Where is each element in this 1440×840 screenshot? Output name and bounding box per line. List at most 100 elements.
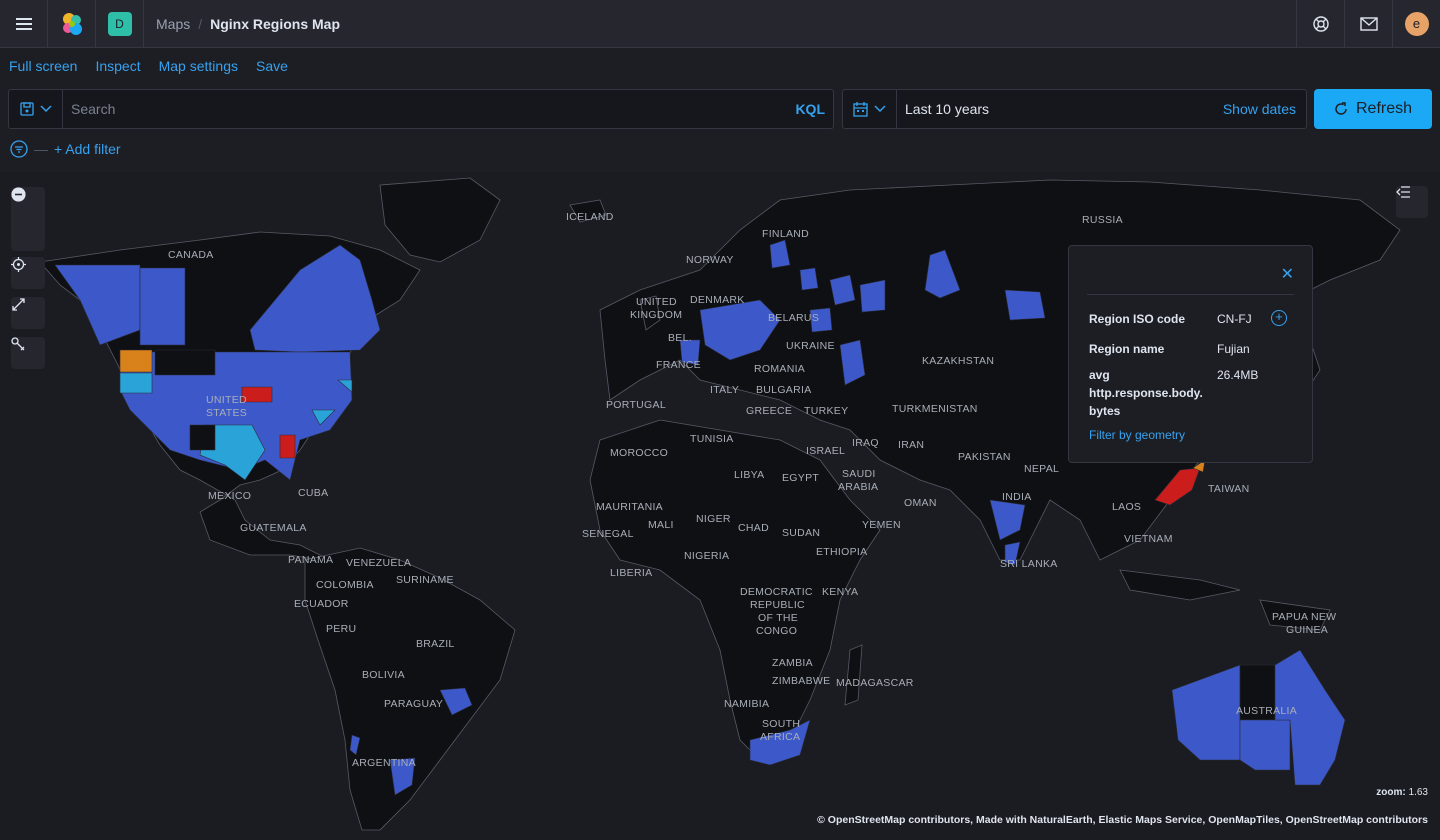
region-fill-canada bbox=[139, 267, 186, 346]
full-screen-link[interactable]: Full screen bbox=[9, 58, 77, 74]
map-canvas[interactable]: ICELAND FINLAND RUSSIA CANADA NORWAY UNI… bbox=[0, 172, 1440, 840]
fit-to-data-button[interactable] bbox=[11, 297, 45, 329]
map-label: GUATEMALA bbox=[240, 522, 307, 534]
space-selector[interactable]: D bbox=[96, 0, 144, 48]
date-picker: Last 10 years Show dates bbox=[842, 89, 1307, 129]
kql-toggle[interactable]: KQL bbox=[795, 101, 833, 117]
set-view-button[interactable] bbox=[11, 257, 45, 289]
map-label: ICELAND bbox=[566, 211, 614, 223]
map-label: SRI LANKA bbox=[1000, 558, 1058, 570]
filter-divider: — bbox=[34, 141, 48, 157]
map-label: CHAD bbox=[738, 522, 769, 534]
breadcrumb: Maps / Nginx Regions Map bbox=[144, 16, 340, 32]
tooltip-value: 26.4MB bbox=[1217, 368, 1259, 382]
map-label: SAUDI bbox=[842, 468, 876, 480]
refresh-button[interactable]: Refresh bbox=[1314, 89, 1432, 129]
map-label: MADAGASCAR bbox=[836, 677, 914, 689]
map-label: TURKMENISTAN bbox=[892, 403, 978, 415]
map-label: PARAGUAY bbox=[384, 698, 443, 710]
top-nav-bar: D Maps / Nginx Regions Map e bbox=[0, 0, 1440, 48]
region-fill-australia bbox=[1239, 719, 1291, 771]
map-label: ARGENTINA bbox=[352, 757, 416, 769]
query-bar: KQL bbox=[8, 89, 834, 129]
filter-by-geometry-link[interactable]: Filter by geometry bbox=[1089, 428, 1185, 442]
help-button[interactable] bbox=[1296, 0, 1344, 48]
landmass-madagascar bbox=[844, 644, 863, 706]
map-label: VENEZUELA bbox=[346, 557, 411, 569]
map-label: LIBYA bbox=[734, 469, 765, 481]
mail-icon bbox=[1359, 16, 1378, 31]
tools-button[interactable] bbox=[11, 337, 45, 369]
chevron-down-icon bbox=[39, 105, 52, 113]
map-label: IRAQ bbox=[852, 437, 879, 449]
map-label: UNITED bbox=[636, 296, 677, 308]
map-label: NAMIBIA bbox=[724, 698, 769, 710]
filter-options-icon[interactable] bbox=[10, 140, 28, 158]
menu-toggle-button[interactable] bbox=[0, 0, 48, 48]
map-label: ITALY bbox=[710, 384, 739, 396]
map-label: MEXICO bbox=[208, 490, 251, 502]
map-label: KAZAKHSTAN bbox=[922, 355, 994, 367]
search-input[interactable] bbox=[63, 90, 796, 128]
calendar-icon bbox=[853, 101, 868, 117]
date-range-value[interactable]: Last 10 years bbox=[897, 101, 1223, 117]
inspect-link[interactable]: Inspect bbox=[95, 58, 140, 74]
saved-query-button[interactable] bbox=[9, 90, 63, 128]
map-label: REPUBLIC bbox=[750, 599, 805, 611]
zoom-readout: zoom: 1.63 bbox=[1376, 787, 1428, 798]
map-label: CANADA bbox=[168, 249, 214, 261]
tooltip-divider bbox=[1087, 294, 1294, 295]
expand-icon bbox=[12, 298, 25, 311]
page-title: Nginx Regions Map bbox=[210, 15, 341, 32]
tooltip-key: Region ISO code bbox=[1089, 312, 1186, 326]
layer-control-toggle[interactable] bbox=[1396, 186, 1428, 218]
close-icon[interactable]: ✕ bbox=[1281, 264, 1294, 284]
map-label: SOUTH bbox=[762, 718, 800, 730]
map-label: NORWAY bbox=[686, 254, 734, 266]
tooltip-value: CN-FJ bbox=[1217, 312, 1252, 326]
tooltip-row: Region ISO code CN-FJ bbox=[1089, 310, 1252, 328]
add-filter-plus-icon[interactable]: + bbox=[1271, 310, 1287, 326]
region-fill-australia bbox=[1171, 664, 1241, 761]
map-label: UKRAINE bbox=[786, 340, 835, 352]
tooltip-row: Region name Fujian bbox=[1089, 340, 1250, 358]
save-icon bbox=[19, 102, 34, 116]
map-label: ISRAEL bbox=[806, 445, 845, 457]
map-label: IRAN bbox=[898, 439, 924, 451]
elastic-logo[interactable] bbox=[48, 0, 96, 48]
map-label: CONGO bbox=[756, 625, 797, 637]
add-filter-button[interactable]: + Add filter bbox=[54, 141, 121, 157]
hamburger-icon bbox=[15, 15, 32, 33]
breadcrumb-maps[interactable]: Maps bbox=[156, 16, 190, 32]
avatar: e bbox=[1404, 11, 1429, 36]
map-label: COLOMBIA bbox=[316, 579, 374, 591]
chevron-down-icon bbox=[874, 105, 886, 113]
region-fill-us-orange bbox=[119, 349, 153, 373]
map-label: AFRICA bbox=[760, 731, 800, 743]
landmass-greenland bbox=[379, 177, 501, 263]
show-dates-link[interactable]: Show dates bbox=[1223, 101, 1306, 117]
refresh-label: Refresh bbox=[1355, 100, 1413, 117]
map-label: UNITED bbox=[206, 394, 247, 406]
map-label: DEMOCRATIC bbox=[740, 586, 813, 598]
zoom-out-button[interactable] bbox=[11, 187, 45, 251]
map-label: BULGARIA bbox=[756, 384, 812, 396]
map-settings-link[interactable]: Map settings bbox=[159, 58, 238, 74]
newsfeed-button[interactable] bbox=[1344, 0, 1392, 48]
map-label: ZAMBIA bbox=[772, 657, 813, 669]
quick-date-menu-button[interactable] bbox=[843, 90, 897, 128]
map-label: PANAMA bbox=[288, 554, 333, 566]
map-label: BRAZIL bbox=[416, 638, 455, 650]
map-label: BELARUS bbox=[768, 312, 819, 324]
region-fill-us-dark bbox=[189, 424, 216, 451]
map-label: OF THE bbox=[758, 612, 798, 624]
feature-tooltip: ✕ Region ISO code CN-FJ + Region name Fu… bbox=[1068, 245, 1313, 463]
save-link[interactable]: Save bbox=[256, 58, 288, 74]
user-menu-button[interactable]: e bbox=[1392, 0, 1440, 48]
map-label: AUSTRALIA bbox=[1236, 705, 1297, 717]
map-label: MAURITANIA bbox=[596, 501, 663, 513]
map-label: TAIWAN bbox=[1208, 483, 1249, 495]
map-label: ARABIA bbox=[838, 481, 878, 493]
space-avatar: D bbox=[107, 11, 132, 36]
minus-circle-icon bbox=[11, 187, 26, 202]
